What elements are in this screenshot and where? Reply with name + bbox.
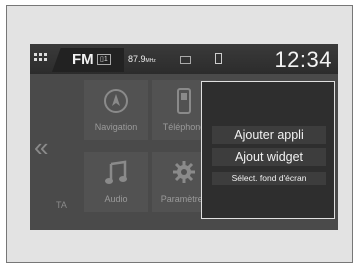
frequency-readout: 87.9MHz (128, 54, 156, 64)
frequency-value: 87.9 (128, 54, 146, 64)
phone-icon (177, 88, 191, 114)
tile-audio[interactable]: Audio (84, 152, 148, 212)
context-menu: Ajouter appli Ajout widget Sélect. fond … (201, 81, 335, 219)
select-wallpaper-option[interactable]: Sélect. fond d'écran (212, 172, 326, 185)
add-widget-option[interactable]: Ajout widget (212, 148, 326, 166)
status-message-icon (180, 56, 191, 64)
frequency-unit: MHz (145, 58, 156, 64)
gear-icon (173, 161, 195, 183)
page-indicator (160, 226, 210, 230)
source-label: FM (72, 51, 94, 68)
clock: 12:34 (274, 47, 332, 72)
tile-navigation[interactable]: Navigation (84, 80, 148, 140)
tile-label: Navigation (94, 122, 138, 132)
ta-label[interactable]: TA (56, 200, 67, 210)
chevron-left-icon[interactable]: « (34, 134, 48, 160)
compass-icon (104, 89, 128, 113)
status-bar: FM ▯1 87.9MHz 12:34 (30, 44, 338, 74)
phone-battery-icon (215, 53, 222, 64)
head-unit-screen: FM ▯1 87.9MHz 12:34 « Navigation Télépho… (30, 44, 338, 230)
grid-menu-icon[interactable] (34, 53, 48, 63)
music-note-icon (105, 160, 127, 184)
band-badge: ▯1 (97, 54, 111, 65)
tile-label: Audio (104, 194, 128, 204)
add-app-option[interactable]: Ajouter appli (212, 126, 326, 144)
